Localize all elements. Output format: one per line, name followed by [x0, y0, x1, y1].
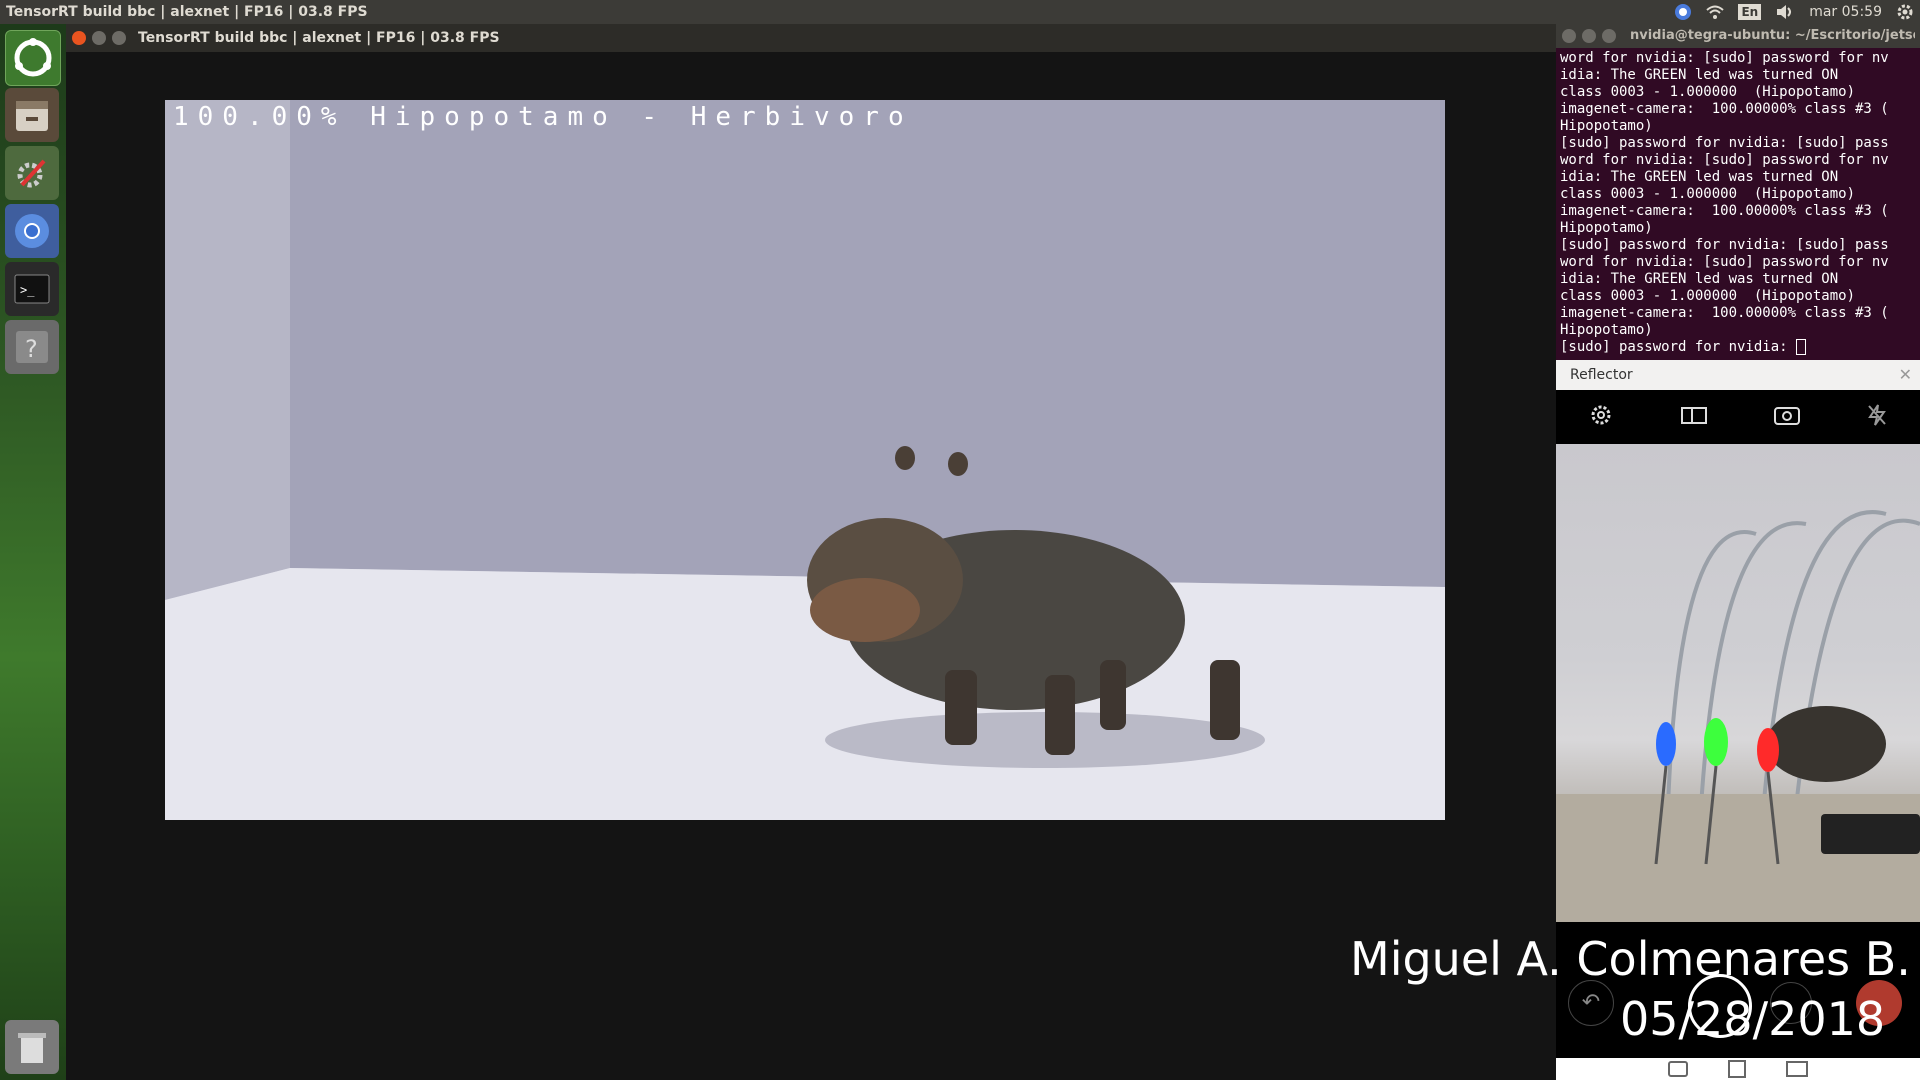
- phone-camera-preview: [1556, 444, 1920, 922]
- terminal-line: [sudo] password for nvidia: [sudo] pass: [1560, 237, 1889, 253]
- top-panel: TensorRT build bbc | alexnet | FP16 | 03…: [0, 0, 1920, 24]
- reflector-close-icon[interactable]: ✕: [1899, 360, 1912, 390]
- camera-app-toolbar: [1556, 390, 1920, 444]
- bottom-mode-bar: [1556, 1058, 1920, 1080]
- classification-overlay: 100.00% Hipopotamo - Herbivoro: [173, 102, 913, 132]
- back-icon[interactable]: ↶: [1568, 980, 1614, 1026]
- terminal-line: imagenet-camera: 100.00000% class #3 (: [1560, 101, 1889, 117]
- reflector-titlebar[interactable]: Reflector ✕: [1556, 360, 1920, 390]
- clock[interactable]: mar 05:59: [1809, 0, 1882, 24]
- terminal-line: imagenet-camera: 100.00000% class #3 (: [1560, 203, 1889, 219]
- terminal-line: class 0003 - 1.000000 (Hipopotamo): [1560, 186, 1856, 202]
- terminal-cursor: [1796, 339, 1807, 355]
- maximize-button[interactable]: [112, 31, 126, 45]
- terminal-minimize-button[interactable]: [1582, 29, 1596, 43]
- active-window-title: TensorRT build bbc | alexnet | FP16 | 03…: [6, 4, 368, 20]
- tensorrt-window: TensorRT build bbc | alexnet | FP16 | 03…: [66, 24, 1556, 1080]
- terminal-line: word for nvidia: [sudo] password for nv: [1560, 254, 1889, 270]
- author-watermark: Miguel A. Colmenares B.: [1350, 932, 1911, 986]
- aspect-ratio-icon[interactable]: [1679, 404, 1709, 430]
- settings-icon[interactable]: [5, 146, 59, 200]
- terminal-line: class 0003 - 1.000000 (Hipopotamo): [1560, 288, 1856, 304]
- terminal-maximize-button[interactable]: [1602, 29, 1616, 43]
- photo-mode-icon[interactable]: [1668, 1061, 1688, 1077]
- terminal-line: imagenet-camera: 100.00000% class #3 (: [1560, 305, 1889, 321]
- wifi-icon[interactable]: [1706, 4, 1725, 20]
- multi-device-icon[interactable]: [1786, 1061, 1808, 1077]
- window-title: TensorRT build bbc | alexnet | FP16 | 03…: [138, 30, 500, 46]
- help-icon[interactable]: ?: [5, 320, 59, 374]
- keyboard-layout-indicator[interactable]: En: [1738, 4, 1762, 20]
- switch-camera-icon[interactable]: [1773, 403, 1801, 431]
- window-titlebar[interactable]: TensorRT build bbc | alexnet | FP16 | 03…: [66, 24, 1556, 52]
- reflector-title: Reflector: [1570, 367, 1633, 383]
- terminal-close-button[interactable]: [1562, 29, 1576, 43]
- crop-mode-icon[interactable]: [1728, 1060, 1746, 1078]
- hippo-scene: [165, 100, 1445, 820]
- files-icon[interactable]: [5, 88, 59, 142]
- close-button[interactable]: [72, 31, 86, 45]
- terminal-line: idia: The GREEN led was turned ON: [1560, 169, 1839, 185]
- terminal-line: word for nvidia: [sudo] password for nv: [1560, 50, 1889, 66]
- terminal-window: nvidia@tegra-ubuntu: ~/Escritorio/jetson…: [1556, 24, 1920, 360]
- system-tray: En mar 05:59: [1674, 0, 1914, 24]
- terminal-icon[interactable]: >_: [5, 262, 59, 316]
- camera-settings-gear-icon[interactable]: [1588, 402, 1614, 432]
- chromium-indicator-icon[interactable]: [1674, 3, 1692, 21]
- minimize-button[interactable]: [92, 31, 106, 45]
- date-watermark: 05/28/2018: [1620, 992, 1886, 1046]
- terminal-output[interactable]: word for nvidia: [sudo] password for nv …: [1556, 48, 1920, 358]
- terminal-line: Hipopotamo): [1560, 118, 1653, 134]
- terminal-line: Hipopotamo): [1560, 220, 1653, 236]
- ubuntu-dash-icon[interactable]: [5, 30, 61, 86]
- terminal-line: [sudo] password for nvidia: [sudo] pass: [1560, 135, 1889, 151]
- terminal-line: word for nvidia: [sudo] password for nv: [1560, 152, 1889, 168]
- gear-icon[interactable]: [1896, 3, 1914, 21]
- terminal-line: idia: The GREEN led was turned ON: [1560, 271, 1839, 287]
- terminal-line: class 0003 - 1.000000 (Hipopotamo): [1560, 84, 1856, 100]
- svg-text:>_: >_: [20, 283, 35, 297]
- volume-icon[interactable]: [1775, 4, 1795, 20]
- terminal-title: nvidia@tegra-ubuntu: ~/Escritorio/jetson: [1630, 28, 1915, 43]
- launcher: >_ ?: [0, 24, 66, 1080]
- terminal-titlebar[interactable]: nvidia@tegra-ubuntu: ~/Escritorio/jetson: [1556, 24, 1920, 48]
- terminal-prompt-line: [sudo] password for nvidia:: [1560, 339, 1797, 355]
- terminal-line: idia: The GREEN led was turned ON: [1560, 67, 1839, 83]
- terminal-line: Hipopotamo): [1560, 322, 1653, 338]
- camera-feed: 100.00% Hipopotamo - Herbivoro: [165, 100, 1445, 820]
- chromium-icon[interactable]: [5, 204, 59, 258]
- svg-text:?: ?: [25, 335, 38, 363]
- breadboard-scene: [1556, 510, 1920, 922]
- flash-off-icon[interactable]: [1866, 403, 1888, 431]
- trash-icon[interactable]: [5, 1020, 59, 1074]
